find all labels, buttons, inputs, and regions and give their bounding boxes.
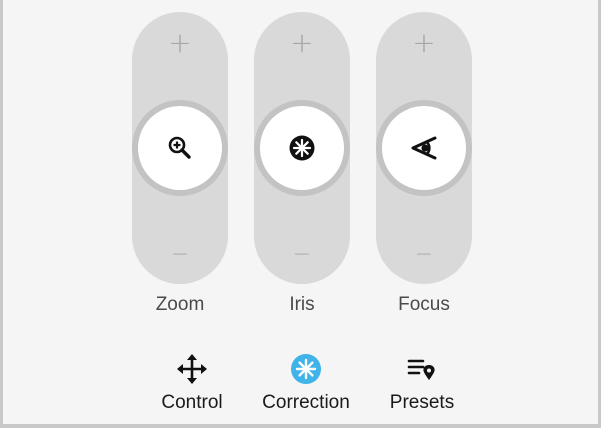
iris-plus-button[interactable]: + bbox=[254, 28, 350, 58]
zoom-knob[interactable] bbox=[138, 106, 222, 190]
focus-knob[interactable] bbox=[382, 106, 466, 190]
focus-minus-button[interactable]: − bbox=[376, 240, 472, 270]
zoom-knob-ring bbox=[132, 100, 228, 196]
nav-control[interactable]: Control bbox=[127, 352, 257, 422]
nav-control-label: Control bbox=[161, 392, 223, 413]
zoom-minus-button[interactable]: − bbox=[132, 240, 228, 270]
zoom-label: Zoom bbox=[155, 294, 205, 315]
iris-knob[interactable] bbox=[260, 106, 344, 190]
zoom-plus-button[interactable]: + bbox=[132, 28, 228, 58]
zoom-control: + − bbox=[132, 12, 228, 284]
focus-label: Focus bbox=[398, 294, 450, 315]
list-location-icon bbox=[407, 359, 435, 380]
nav-presets[interactable]: Presets bbox=[357, 352, 487, 422]
nav-presets-label: Presets bbox=[389, 392, 455, 413]
iris-control: + − bbox=[254, 12, 350, 284]
iris-label: Iris bbox=[289, 294, 315, 315]
nav-correction-label: Correction bbox=[262, 392, 350, 413]
focus-knob-ring bbox=[376, 100, 472, 196]
zoom-in-icon bbox=[168, 136, 191, 159]
focus-control: + − bbox=[376, 12, 472, 284]
iris-minus-button[interactable]: − bbox=[254, 240, 350, 270]
focus-plus-button[interactable]: + bbox=[376, 28, 472, 58]
eye-focus-icon bbox=[411, 136, 437, 160]
nav-correction[interactable]: Correction bbox=[241, 352, 371, 422]
aperture-icon bbox=[291, 354, 321, 384]
aperture-icon bbox=[289, 135, 315, 161]
camera-control-panel: + − + − + − Zoom Iris Focus Control Corr… bbox=[3, 0, 598, 424]
iris-knob-ring bbox=[254, 100, 350, 196]
move-arrows-icon bbox=[177, 354, 207, 384]
